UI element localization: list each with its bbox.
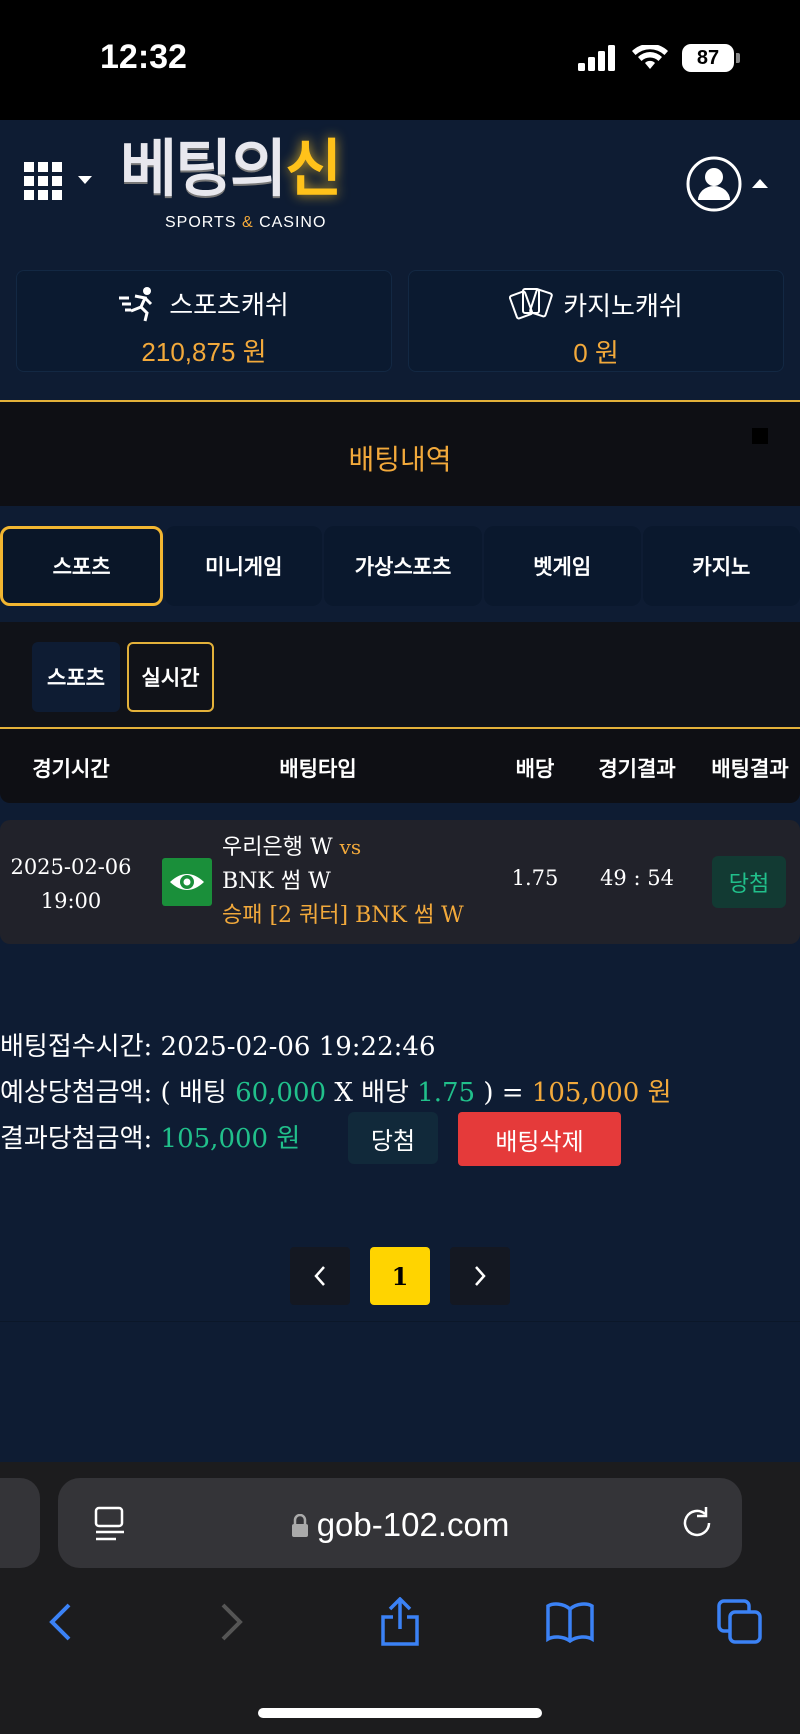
tab-betgame[interactable]: 벳게임	[483, 526, 641, 606]
status-bar: 12:32 87	[0, 0, 800, 120]
tab-minigame[interactable]: 미니게임	[165, 526, 323, 606]
match-date: 2025-02-06	[10, 855, 132, 879]
home-team: 우리은행 W	[222, 835, 333, 860]
playing-cards-icon	[509, 288, 553, 320]
chevron-left-icon	[314, 1266, 325, 1286]
expected-win-amount: 105,000 원	[531, 1078, 672, 1108]
subtab-sports[interactable]: 스포츠	[32, 642, 120, 712]
previous-tab-peek[interactable]	[0, 1478, 40, 1568]
stake-amount: 60,000	[235, 1078, 327, 1108]
logo-wordmark: 베팅의신	[120, 132, 342, 205]
expected-win-label: 예상당첨금액:	[0, 1078, 153, 1108]
share-button[interactable]	[370, 1592, 430, 1652]
pagination: 1	[0, 1247, 800, 1307]
chevron-right-icon	[475, 1266, 486, 1286]
battery-icon: 87	[682, 44, 740, 72]
won-status-button[interactable]: 당첨	[348, 1112, 438, 1164]
bookmarks-button[interactable]	[540, 1592, 600, 1652]
tab-casino[interactable]: 카지노	[642, 526, 800, 606]
page-title: 배팅내역	[348, 444, 452, 475]
site-logo[interactable]: 베팅의신 SPORTS & CASINO	[120, 138, 400, 256]
square-marker	[752, 428, 768, 444]
received-time-line: 배팅접수시간: 2025-02-06 19:22:46	[0, 1026, 436, 1063]
tab-virtual-sports[interactable]: 가상스포츠	[324, 526, 482, 606]
book-icon	[546, 1602, 594, 1643]
running-man-icon	[119, 286, 153, 321]
signal-icon	[578, 45, 615, 71]
menu-grid-icon[interactable]	[24, 162, 96, 206]
page: 베팅의신 SPORTS & CASINO 스포츠캐쉬 210,875 원 카지노…	[0, 120, 800, 1462]
forward-arrow-icon	[221, 1603, 243, 1641]
tabs-icon	[717, 1599, 762, 1644]
column-header-odds: 배당	[515, 757, 555, 781]
casino-cash-amount: 0 원	[573, 338, 619, 368]
sports-cash-amount: 210,875 원	[141, 337, 267, 367]
forward-button[interactable]	[202, 1592, 262, 1652]
url-display[interactable]: gob-102.com	[58, 1506, 742, 1544]
tab-sports[interactable]: 스포츠	[0, 526, 164, 606]
match-datetime: 2025-02-06 19:00	[0, 850, 142, 918]
result-win-amount: 105,000 원	[160, 1124, 301, 1154]
expected-win-line: 예상당첨금액: ( 배팅 60,000 X 배당 1.75 ) = 105,00…	[0, 1078, 672, 1108]
column-header-bet-result: 배팅결과	[711, 757, 789, 781]
browser-toolbar	[0, 1592, 800, 1672]
delete-bet-button[interactable]: 배팅삭제	[458, 1112, 621, 1166]
bet-result-badge: 당첨	[712, 856, 786, 908]
casino-cash-label: 카지노캐쉬	[563, 290, 683, 321]
column-header-game-result: 경기결과	[598, 757, 676, 781]
url-text: gob-102.com	[316, 1506, 510, 1543]
received-time-value: 2025-02-06 19:22:46	[160, 1032, 436, 1062]
sports-cash-card: 스포츠캐쉬 210,875 원	[16, 270, 392, 372]
browser-chrome: gob-102.com	[0, 1462, 800, 1734]
game-score: 49 : 54	[600, 866, 674, 890]
match-info: 우리은행 W vs BNK 썸 W 승패 [2 쿼터] BNK 썸 W	[222, 830, 464, 933]
back-arrow-icon	[49, 1603, 71, 1641]
reload-icon[interactable]	[678, 1504, 716, 1542]
received-time-label: 배팅접수시간:	[0, 1032, 153, 1062]
column-header-bet-type: 배팅타입	[279, 757, 357, 781]
status-time: 12:32	[100, 38, 187, 76]
result-win-line: 결과당첨금액: 105,000 원	[0, 1118, 300, 1155]
vs-label: vs	[339, 835, 362, 859]
status-icons: 87	[578, 44, 740, 72]
page-number-current[interactable]: 1	[370, 1247, 430, 1305]
casino-cash-card: 카지노캐쉬 0 원	[408, 270, 784, 372]
page-title-bar: 배팅내역	[0, 402, 800, 506]
share-icon	[381, 1597, 419, 1646]
table-header: 경기시간 배팅타입 배당 경기결과 배팅결과	[0, 729, 800, 803]
lock-icon	[291, 1513, 308, 1537]
subtab-live[interactable]: 실시간	[127, 642, 214, 712]
eye-icon[interactable]	[162, 858, 212, 906]
footer-area	[0, 1322, 800, 1462]
prev-page-button[interactable]	[290, 1247, 350, 1305]
category-tabs: 스포츠 미니게임 가상스포츠 벳게임 카지노	[0, 526, 800, 606]
user-account-icon[interactable]	[684, 154, 770, 214]
next-page-button[interactable]	[450, 1247, 510, 1305]
wifi-icon	[632, 45, 668, 69]
home-indicator	[258, 1708, 542, 1718]
site-header: 베팅의신 SPORTS & CASINO	[0, 120, 800, 270]
table-row[interactable]: 2025-02-06 19:00 우리은행 W vs BNK 썸 W 승패 [2…	[0, 820, 800, 944]
odds-amount: 1.75	[417, 1078, 476, 1108]
odds-value: 1.75	[511, 866, 559, 890]
column-header-time: 경기시간	[32, 757, 110, 781]
subtabs-panel: 스포츠 실시간	[0, 622, 800, 728]
back-button[interactable]	[30, 1592, 90, 1652]
tabs-button[interactable]	[710, 1592, 770, 1652]
sports-cash-label: 스포츠캐쉬	[169, 290, 289, 320]
bet-pick: 승패 [2 쿼터] BNK 썸 W	[222, 903, 464, 928]
away-team: BNK 썸 W	[222, 869, 331, 894]
logo-subtitle: SPORTS & CASINO	[165, 214, 327, 231]
match-time: 19:00	[40, 889, 102, 913]
address-bar[interactable]: gob-102.com	[58, 1478, 742, 1568]
result-win-label: 결과당첨금액:	[0, 1124, 153, 1154]
